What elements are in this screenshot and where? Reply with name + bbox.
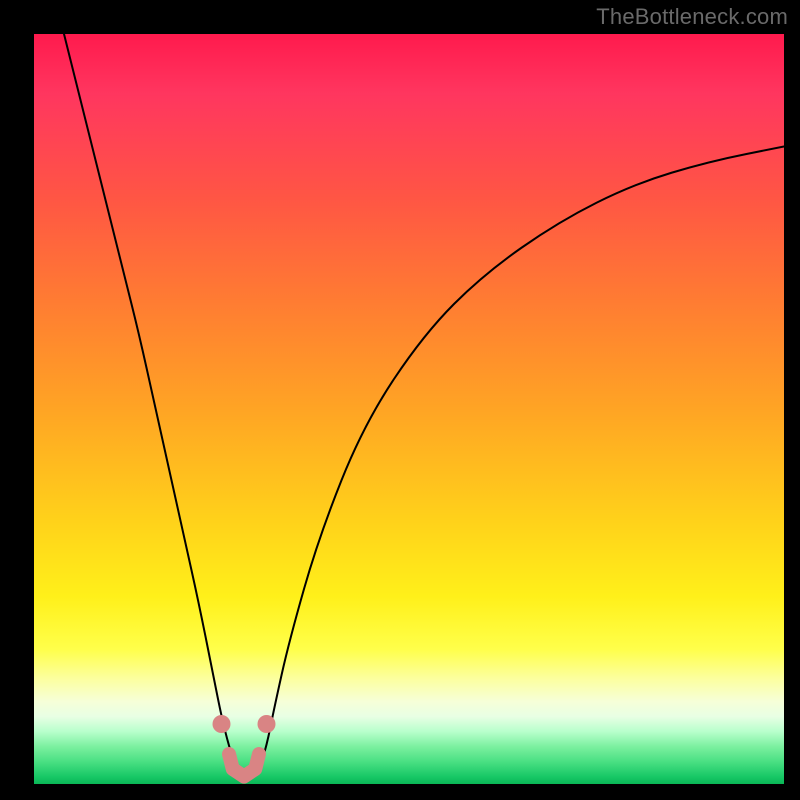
plot-area [34,34,784,784]
watermark-text: TheBottleneck.com [596,4,788,30]
minimum-band [229,754,259,777]
chart-frame: TheBottleneck.com [0,0,800,800]
right-dot [258,715,276,733]
left-dot [213,715,231,733]
chart-svg [34,34,784,784]
bottleneck-curve [64,34,784,777]
